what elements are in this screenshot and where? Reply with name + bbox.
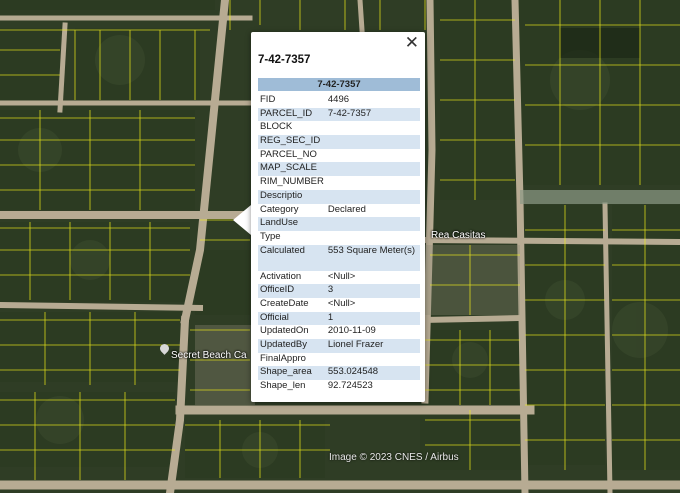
attribute-key: OfficeID [258,284,326,298]
attribute-key: UpdatedOn [260,325,309,337]
attribute-value [326,121,420,135]
attribute-value: Lionel Frazer [325,339,420,353]
attribute-value [326,149,420,163]
attribute-key: Official [258,311,326,326]
attribute-row: Category Declared [258,204,420,218]
attribute-value [325,162,420,177]
attribute-value: 553 Square Meter(s) [325,244,420,271]
attribute-row: LandUse [258,217,420,231]
attribute-key: Shape_len [260,380,306,392]
attribute-row: OfficeID 3 [258,284,420,298]
attribute-value: <Null> [327,297,356,309]
attribute-key: Activation [260,270,302,282]
attribute-value: <Null> [327,270,356,282]
attribute-value [325,217,420,231]
attribute-row: MAP_SCALE [258,162,420,177]
attribute-key: CreateDate [260,297,309,309]
attribute-row: Shape_len 92.724523 [258,380,420,394]
attribute-key: Descriptio [258,189,326,204]
attribute-row: FID 4496 [258,94,420,108]
attribute-row: CreateDate <Null> [258,298,420,312]
attribute-key: Type [260,230,281,242]
attribute-value: 1 [325,311,420,326]
attribute-row: UpdatedBy Lionel Frazer [258,339,420,353]
attribute-row: PARCEL_ID 7-42-7357 [258,107,420,122]
place-label-secret-beach[interactable]: Secret Beach Ca [171,350,247,361]
attribute-row: REG_SEC_ID [258,135,420,149]
attribute-key: BLOCK [260,121,293,133]
attribute-value [326,353,420,367]
attribute-value: Declared [327,203,366,215]
attribute-value: 4496 [327,94,350,105]
attribute-row: BLOCK [258,121,420,135]
attribute-value: 2010-11-09 [327,325,376,337]
attribute-key: Category [260,203,299,215]
attribute-key: REG_SEC_ID [258,135,326,149]
attribute-row: Calculated 553 Square Meter(s) [258,244,420,271]
attribute-value: 7-42-7357 [325,107,420,122]
attribute-key: PARCEL_NO [260,148,317,160]
attribute-value [326,176,420,190]
close-icon[interactable]: ✕ [405,33,419,53]
attribute-key: Shape_area [258,366,326,381]
attribute-table: FID 4496 PARCEL_ID 7-42-7357 BLOCK REG_SEC_ID… [258,94,420,394]
attribute-row: PARCEL_NO [258,149,420,163]
feature-info-popup: ✕ 7-42-7357 7-42-7357 FID 4496 PARCEL_ID 7-… [251,32,425,402]
attribute-value: 92.724523 [327,380,373,392]
attribute-row: Official 1 [258,311,420,326]
attribute-value [325,189,420,204]
attribute-table-header: 7-42-7357 [258,78,420,91]
imagery-credit: Image © 2023 CNES / Airbus [329,452,459,463]
attribute-value: 3 [325,284,420,298]
attribute-row: Type [258,231,420,245]
attribute-row: UpdatedOn 2010-11-09 [258,325,420,339]
attribute-key: FID [260,94,276,105]
attribute-row: FinalAppro [258,353,420,367]
attribute-key: Calculated [258,244,326,271]
attribute-row: Descriptio [258,189,420,204]
attribute-row: Activation <Null> [258,271,420,285]
attribute-value: 553.024548 [325,366,420,381]
attribute-key: LandUse [258,217,326,231]
attribute-key: PARCEL_ID [258,107,326,122]
attribute-value [326,231,420,245]
popup-pointer [233,205,251,235]
attribute-key: FinalAppro [260,352,306,364]
attribute-row: Shape_area 553.024548 [258,366,420,381]
attribute-key: MAP_SCALE [258,162,326,177]
popup-title: 7-42-7357 [258,54,311,66]
attribute-value [325,135,420,149]
attribute-key: UpdatedBy [258,339,326,353]
attribute-key: RIM_NUMBER [260,176,324,188]
attribute-row: RIM_NUMBER [258,176,420,190]
place-label-rea-casitas[interactable]: Rea Casitas [431,230,485,241]
